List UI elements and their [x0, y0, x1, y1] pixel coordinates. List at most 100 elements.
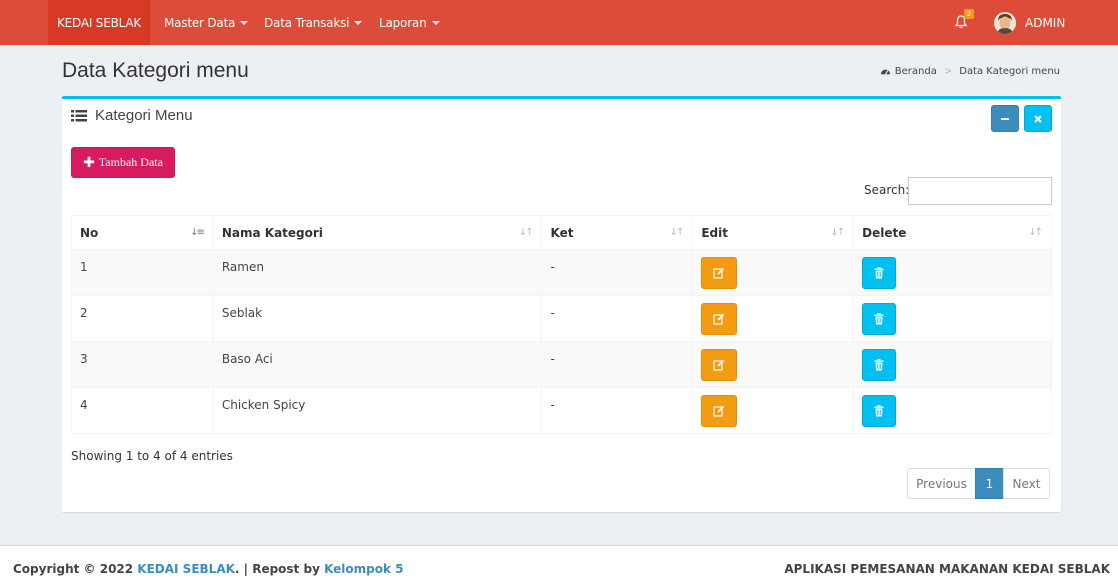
delete-button[interactable] [862, 395, 897, 427]
column-label: Nama Kategori [221, 225, 323, 240]
minus-icon [1001, 117, 1009, 120]
cell-delete [853, 295, 1052, 342]
sort-icon: ↓↑ [669, 227, 685, 238]
list-icon [71, 109, 87, 121]
breadcrumb: Beranda > Data Kategori menu [880, 66, 1060, 77]
sort-icon: ↓↑ [830, 227, 845, 238]
top-navbar: KEDAI SEBLAK Master Data Data Transaksi … [0, 0, 1118, 45]
menu-data-transaksi[interactable]: Data Transaksi [264, 0, 363, 45]
dashboard-icon [880, 69, 890, 75]
menu-laporan-label: Laporan [379, 15, 427, 30]
copyright-middle: . | Repost by [234, 562, 325, 576]
add-data-button[interactable]: ✚ Tambah Data [71, 147, 175, 178]
table-row: 3 Baso Aci - [71, 341, 1052, 388]
pagination: Previous 1 Next [907, 468, 1050, 499]
box-title: Kategori Menu [71, 107, 193, 124]
sort-icon: ↓↑ [518, 227, 534, 238]
cell-no: 4 [71, 387, 214, 434]
column-label: Edit [701, 225, 728, 240]
edit-button[interactable] [701, 349, 738, 381]
cell-ket: - [541, 249, 694, 296]
table-row: 4 Chicken Spicy - [71, 387, 1052, 434]
table-row: 2 Seblak - [71, 295, 1052, 342]
sort-asc-icon: ↓≡ [190, 227, 205, 238]
edit-icon [713, 405, 725, 417]
column-label: Ket [550, 225, 574, 240]
cell-no: 3 [71, 341, 214, 388]
pagination-next[interactable]: Next [1003, 468, 1050, 499]
table-row: 1 Ramen - [71, 249, 1052, 296]
cell-nama-kategori: Baso Aci [212, 341, 543, 388]
cell-no: 2 [71, 295, 214, 342]
menu-master-data[interactable]: Master Data [164, 0, 249, 45]
cell-edit [692, 295, 855, 342]
remove-button[interactable] [1024, 105, 1052, 132]
footer-brand-link[interactable]: KEDAI SEBLAK [137, 562, 235, 576]
brand-link[interactable]: KEDAI SEBLAK [48, 0, 150, 45]
delete-button[interactable] [862, 303, 897, 335]
column-header-edit[interactable]: Edit ↓↑ [692, 215, 855, 250]
column-label: Delete [862, 225, 907, 240]
page-title: Data Kategori menu [62, 59, 249, 82]
user-name[interactable]: ADMIN [1025, 0, 1065, 45]
cell-ket: - [541, 387, 694, 434]
menu-laporan[interactable]: Laporan [379, 0, 440, 45]
column-header-delete[interactable]: Delete ↓↑ [853, 215, 1052, 250]
column-label: No [80, 225, 99, 240]
edit-button[interactable] [701, 395, 738, 427]
box-title-label: Kategori Menu [95, 107, 193, 124]
caret-down-icon [354, 20, 363, 25]
cell-edit [692, 387, 855, 434]
trash-icon [874, 359, 884, 371]
caret-down-icon [431, 20, 440, 25]
cell-edit [692, 249, 855, 296]
column-header-ket[interactable]: Ket ↓↑ [541, 215, 694, 250]
sort-icon: ↓↑ [1028, 227, 1043, 238]
edit-button[interactable] [701, 257, 738, 289]
trash-icon [874, 405, 884, 417]
delete-button[interactable] [862, 257, 897, 289]
breadcrumb-separator: > [943, 66, 953, 77]
pagination-previous[interactable]: Previous [907, 468, 976, 499]
cell-nama-kategori: Chicken Spicy [212, 387, 543, 434]
pagination-page-1[interactable]: 1 [975, 468, 1004, 499]
search-label: Search: [864, 183, 910, 197]
trash-icon [874, 313, 884, 325]
notification-badge: 2 [964, 9, 974, 19]
table-info: Showing 1 to 4 of 4 entries [71, 449, 233, 463]
delete-button[interactable] [862, 349, 897, 381]
cell-ket: - [541, 295, 694, 342]
cell-edit [692, 341, 855, 388]
cell-nama-kategori: Seblak [212, 295, 543, 342]
trash-icon [874, 267, 884, 279]
caret-down-icon [240, 20, 249, 25]
cell-delete [853, 387, 1052, 434]
footer: Copyright © 2022 KEDAI SEBLAK. | Repost … [0, 545, 1118, 584]
collapse-button[interactable] [991, 105, 1019, 132]
menu-data-transaksi-label: Data Transaksi [264, 15, 350, 30]
cell-nama-kategori: Ramen [212, 249, 543, 296]
edit-icon [713, 359, 725, 371]
cell-delete [853, 249, 1052, 296]
column-header-nama-kategori[interactable]: Nama Kategori ↓↑ [212, 215, 543, 250]
column-header-no[interactable]: No ↓≡ [71, 215, 214, 250]
kategori-menu-box: Kategori Menu ✚ Tambah Data Search: No ↓≡… [62, 96, 1061, 512]
user-avatar[interactable] [994, 12, 1016, 34]
cell-no: 1 [71, 249, 214, 296]
edit-icon [713, 267, 725, 279]
footer-author-link[interactable]: Kelompok 5 [324, 562, 403, 576]
cell-ket: - [541, 341, 694, 388]
user-avatar-image [994, 12, 1016, 34]
close-icon [1034, 114, 1042, 123]
breadcrumb-home[interactable]: Beranda [895, 66, 937, 77]
copyright: Copyright © 2022 KEDAI SEBLAK. | Repost … [13, 562, 404, 576]
kategori-table: No ↓≡ Nama Kategori ↓↑ Ket ↓↑ Edit ↓↑ Delete… [71, 215, 1052, 434]
search-input[interactable] [908, 177, 1052, 205]
copyright-prefix: Copyright © 2022 [13, 562, 138, 576]
edit-button[interactable] [701, 303, 738, 335]
cell-delete [853, 341, 1052, 388]
menu-master-data-label: Master Data [164, 15, 236, 30]
edit-icon [713, 313, 725, 325]
app-name: APLIKASI PEMESANAN MAKANAN KEDAI SEBLAK [784, 562, 1110, 576]
add-data-label: Tambah Data [98, 155, 163, 169]
